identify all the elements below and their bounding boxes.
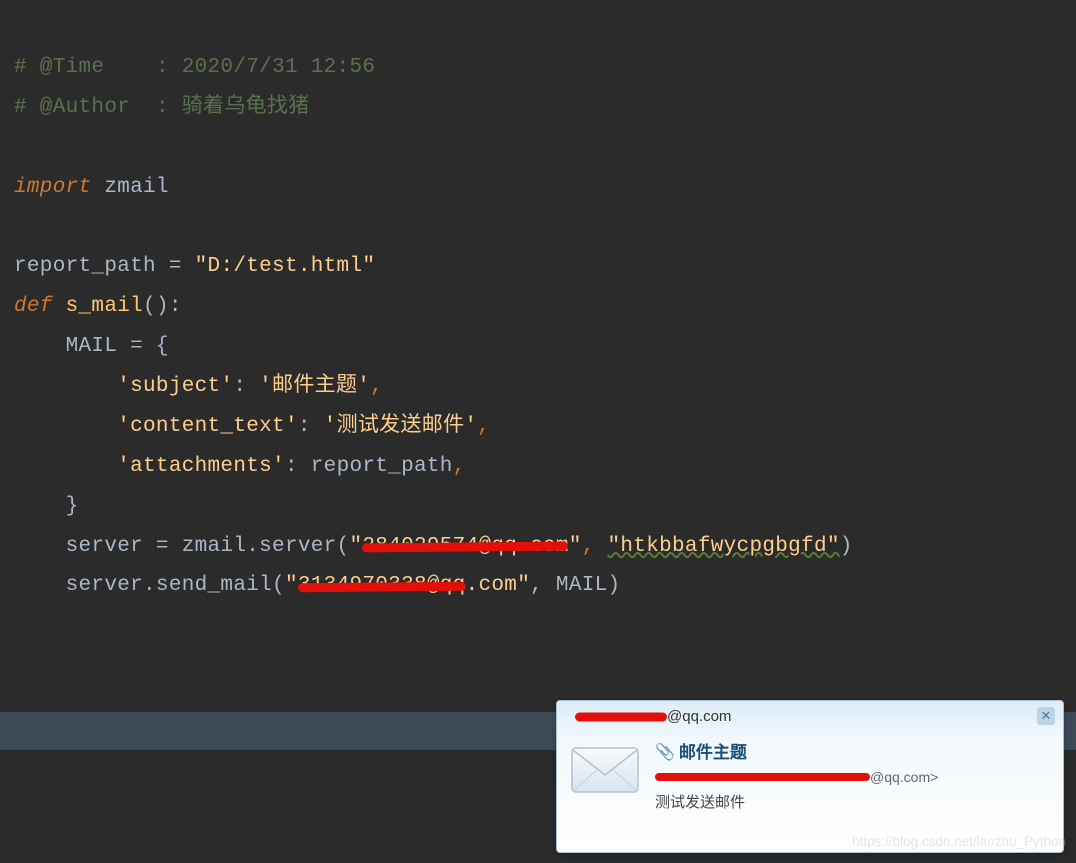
string-path: "D:/test.html" [182, 255, 376, 278]
redacted-email-1: 284029574@qq.com [362, 527, 568, 567]
redacted-sender [575, 708, 667, 726]
redacted-email-2: 3134970338@qq [298, 566, 466, 606]
val-attachments: report_path [311, 455, 453, 478]
popup-header: @qq.com ✕ [557, 701, 1063, 731]
close-icon[interactable]: ✕ [1037, 707, 1055, 725]
comment-author: # @Author : 骑着乌龟找猪 [14, 96, 310, 119]
popup-sender-domain: @qq.com [667, 703, 731, 732]
code-editor[interactable]: # @Time : 2020/7/31 12:56 # @Author : 骑着… [0, 0, 1076, 712]
comment-time: # @Time : 2020/7/31 12:56 [14, 56, 375, 79]
mail-dict-open: MAIL = { [14, 335, 169, 358]
popup-content-text: 测试发送邮件 [655, 791, 1051, 815]
redacted-from [655, 769, 870, 785]
popup-from-line: @qq.com> [655, 766, 1051, 788]
func-s-mail: s_mail [53, 295, 143, 318]
server-assign: server = zmail.server( [14, 535, 349, 558]
keyword-import: import [14, 176, 91, 199]
popup-subject-line[interactable]: 📎 邮件主题 [655, 739, 1051, 766]
module-name: zmail [91, 176, 168, 199]
var-report-path: report_path [14, 255, 169, 278]
popup-subject-text: 邮件主题 [679, 739, 747, 766]
val-content-text: '测试发送邮件' [324, 415, 478, 438]
mail-dict-close: } [14, 495, 79, 518]
popup-body: 📎 邮件主题 @qq.com> 测试发送邮件 [557, 731, 1063, 823]
string-password: "htkbbafwycpgbgfd" [608, 535, 840, 558]
key-subject: 'subject' [14, 375, 233, 398]
popup-from-domain: @qq.com> [870, 766, 938, 788]
key-content-text: 'content_text' [14, 415, 298, 438]
keyword-def: def [14, 295, 53, 318]
attachment-icon: 📎 [655, 740, 675, 766]
val-subject: '邮件主题' [259, 375, 370, 398]
popup-content: 📎 邮件主题 @qq.com> 测试发送邮件 [655, 739, 1051, 815]
watermark: https://blog.csdn.net/laozhu_Python [852, 829, 1066, 855]
server-send: server.send_mail( [14, 574, 285, 597]
envelope-icon [569, 743, 641, 797]
key-attachments: 'attachments' [14, 455, 285, 478]
